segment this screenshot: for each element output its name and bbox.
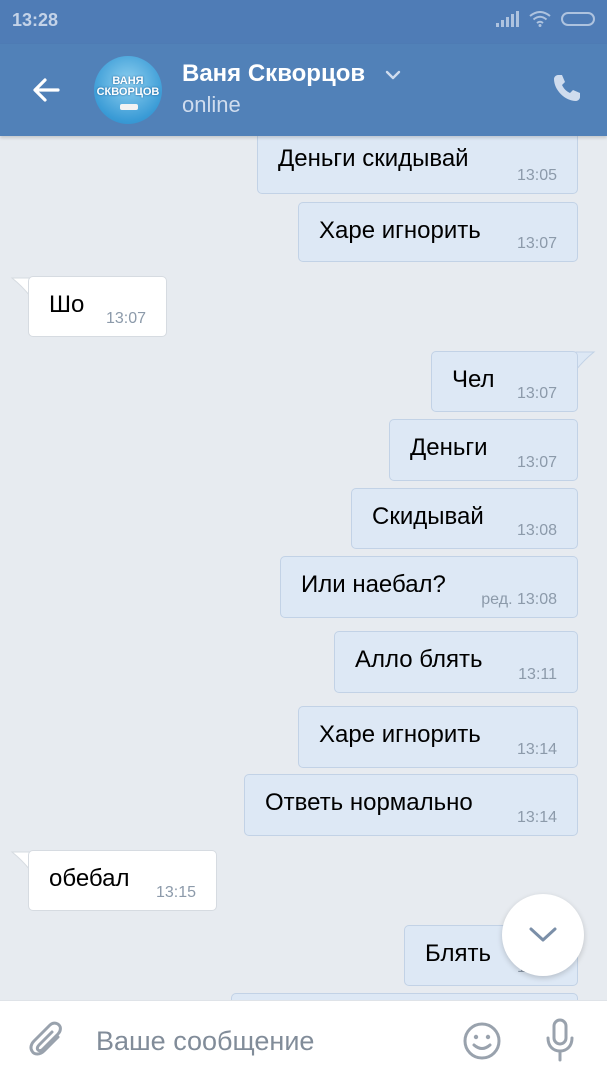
message-time: 13:14 bbox=[516, 741, 557, 758]
smiley-icon[interactable] bbox=[462, 1021, 502, 1061]
paperclip-icon[interactable] bbox=[28, 1021, 66, 1061]
message-text: Блять bbox=[425, 940, 491, 967]
message-bubble-outgoing[interactable]: Скидывай 13:08 bbox=[351, 488, 578, 549]
message-text: Харе игнорить bbox=[319, 217, 481, 244]
message-text: Или наебал? bbox=[301, 571, 446, 598]
message-text: Чел bbox=[452, 366, 495, 393]
message-time: 13:07 bbox=[516, 454, 557, 471]
message-text: Деньги скидывай bbox=[278, 145, 469, 172]
message-bubble-outgoing[interactable]: Харе игнорить 13:14 bbox=[298, 706, 578, 768]
message-time: 13:07 bbox=[516, 385, 557, 402]
message-bubble-outgoing[interactable]: Чел 13:07 bbox=[431, 351, 578, 412]
battery-icon bbox=[561, 12, 595, 26]
phone-icon[interactable] bbox=[551, 72, 583, 104]
message-text: Шо bbox=[49, 291, 85, 318]
message-time: 13:14 bbox=[516, 809, 557, 826]
message-bubble-outgoing[interactable]: Или наебал? ред. 13:08 bbox=[280, 556, 578, 618]
message-bubble-incoming[interactable]: обебал 13:15 bbox=[28, 850, 217, 911]
contact-name[interactable]: Ваня Скворцов bbox=[182, 60, 365, 88]
chevron-down-icon bbox=[529, 927, 557, 942]
contact-status: online bbox=[182, 92, 241, 117]
message-input[interactable] bbox=[96, 1023, 436, 1059]
message-time: 13:15 bbox=[155, 884, 196, 901]
message-bubble-outgoing[interactable]: Деньги 13:07 bbox=[389, 419, 578, 481]
message-composer bbox=[0, 1000, 607, 1080]
message-list[interactable]: Деньги скидывай 13:05 Харе игнорить 13:0… bbox=[0, 136, 607, 1000]
microphone-icon[interactable] bbox=[544, 1018, 576, 1064]
chevron-down-icon[interactable] bbox=[384, 66, 402, 84]
message-time: 13:11 bbox=[518, 666, 557, 683]
wifi-icon bbox=[529, 11, 551, 27]
message-time: 13:07 bbox=[516, 235, 557, 252]
message-text: обебал bbox=[49, 865, 130, 892]
back-arrow-icon[interactable] bbox=[28, 72, 64, 108]
message-text: Алло блять bbox=[355, 646, 483, 673]
avatar[interactable]: ВАНЯ СКВОРЦОВ bbox=[94, 56, 162, 124]
avatar-decoration bbox=[120, 104, 138, 110]
message-bubble-outgoing[interactable]: Деньги скидывай 13:05 bbox=[257, 136, 578, 194]
message-bubble-incoming[interactable]: Шо 13:07 bbox=[28, 276, 167, 337]
signal-icon bbox=[496, 11, 519, 27]
message-time: ред. 13:08 bbox=[481, 591, 557, 608]
message-text: Ответь нормально bbox=[265, 789, 473, 816]
message-bubble-outgoing[interactable] bbox=[231, 993, 578, 1000]
chat-header: ВАНЯ СКВОРЦОВ Ваня Скворцов online bbox=[0, 44, 607, 136]
status-time: 13:28 bbox=[12, 10, 59, 30]
message-bubble-outgoing[interactable]: Ответь нормально 13:14 bbox=[244, 774, 578, 836]
scroll-down-button[interactable] bbox=[502, 894, 584, 976]
message-time: 13:08 bbox=[516, 522, 557, 539]
message-time: 13:07 bbox=[105, 310, 146, 327]
message-text: Деньги bbox=[410, 434, 488, 461]
message-bubble-outgoing[interactable]: Алло блять 13:11 bbox=[334, 631, 578, 693]
message-time: 13:05 bbox=[516, 167, 557, 184]
status-icons bbox=[496, 11, 595, 27]
message-text: Скидывай bbox=[372, 503, 484, 530]
message-text: Харе игнорить bbox=[319, 721, 481, 748]
avatar-label: ВАНЯ СКВОРЦОВ bbox=[96, 75, 160, 98]
message-bubble-outgoing[interactable]: Харе игнорить 13:07 bbox=[298, 202, 578, 262]
status-bar: 13:28 bbox=[0, 0, 607, 44]
